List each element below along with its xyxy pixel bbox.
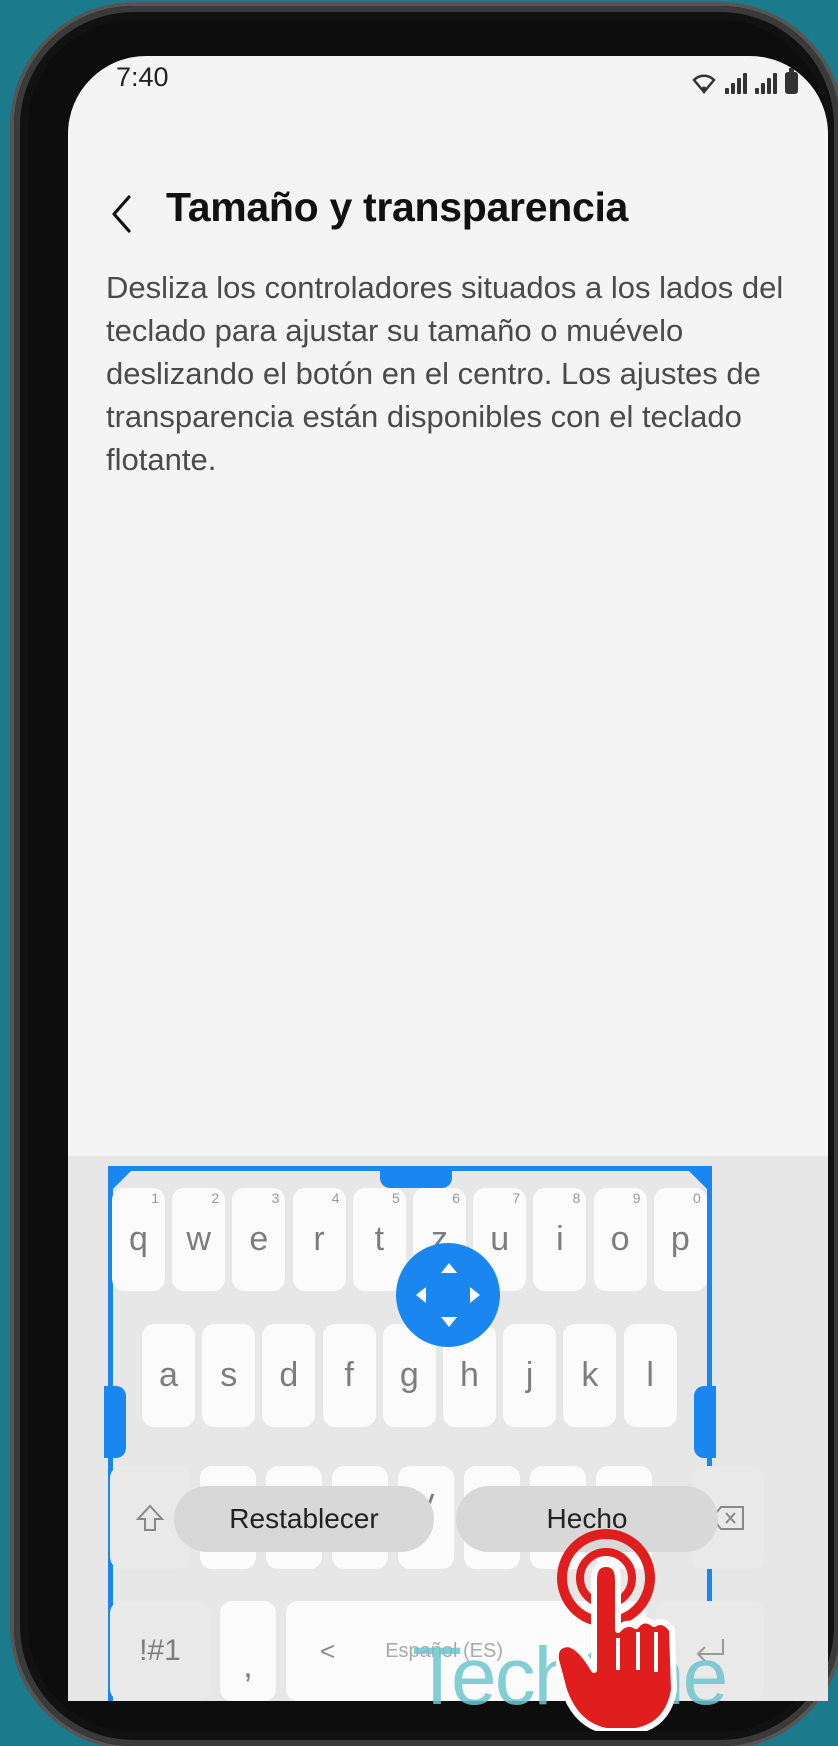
signal-icon xyxy=(755,72,777,94)
status-bar: 7:40 xyxy=(68,56,828,146)
key-label: j xyxy=(525,1356,534,1394)
keyboard-key-j[interactable]: j xyxy=(503,1324,557,1427)
symbols-key[interactable]: !#1 xyxy=(110,1601,210,1701)
reset-button[interactable]: Restablecer xyxy=(174,1486,434,1552)
key-hint: 9 xyxy=(632,1190,641,1206)
arrow-left-icon xyxy=(416,1287,426,1303)
key-label: s xyxy=(220,1356,238,1394)
keyboard-key-s[interactable]: s xyxy=(202,1324,256,1427)
key-label: l xyxy=(646,1356,654,1394)
keyboard-key-k[interactable]: k xyxy=(563,1324,617,1427)
key-hint: 6 xyxy=(452,1190,460,1206)
keyboard-key-p[interactable]: 0p xyxy=(653,1188,707,1291)
screen: 7:40 Tamaño y transparencia Desliza los … xyxy=(68,56,828,1701)
shift-icon xyxy=(135,1504,165,1531)
key-label: u xyxy=(490,1220,510,1258)
arrow-right-icon xyxy=(470,1287,480,1303)
key-label: p xyxy=(670,1220,690,1258)
key-hint: 8 xyxy=(572,1190,581,1206)
back-button[interactable] xyxy=(96,184,146,244)
keyboard-key-w[interactable]: 2w xyxy=(172,1188,226,1291)
status-time: 7:40 xyxy=(116,62,169,92)
chevron-left-icon xyxy=(112,195,131,233)
comma-key[interactable]: , xyxy=(220,1601,276,1701)
keyboard-key-d[interactable]: d xyxy=(262,1324,316,1427)
key-label: r xyxy=(313,1220,325,1258)
keyboard-key-i[interactable]: 8i xyxy=(533,1188,587,1291)
signal-icon xyxy=(725,72,747,94)
key-hint: 2 xyxy=(211,1190,220,1206)
keyboard-key-q[interactable]: 1q xyxy=(112,1188,165,1291)
keyboard-key-l[interactable]: l xyxy=(623,1324,677,1427)
key-label: i xyxy=(556,1220,564,1258)
key-label: d xyxy=(279,1356,299,1394)
key-label: a xyxy=(159,1356,178,1394)
key-label: q xyxy=(129,1220,148,1258)
arrow-down-icon xyxy=(441,1317,457,1327)
resize-handle-top[interactable] xyxy=(380,1166,452,1188)
keyboard-key-a[interactable]: a xyxy=(142,1324,195,1427)
phone-frame: 7:40 Tamaño y transparencia Desliza los … xyxy=(14,6,838,1746)
keyboard-key-f[interactable]: f xyxy=(322,1324,376,1427)
key-hint: 5 xyxy=(392,1190,400,1206)
comma-key-label: , xyxy=(243,1646,253,1685)
page-title: Tamaño y transparencia xyxy=(166,184,629,230)
tap-pointer-icon xyxy=(556,1529,677,1731)
key-label: w xyxy=(186,1220,211,1258)
keyboard-key-o[interactable]: 9o xyxy=(593,1188,647,1291)
resize-handle-right[interactable] xyxy=(694,1386,716,1458)
space-left-arrow: < xyxy=(320,1635,336,1666)
key-label: h xyxy=(460,1356,479,1394)
status-icons xyxy=(691,64,798,94)
key-label: k xyxy=(581,1356,599,1394)
header: Tamaño y transparencia xyxy=(68,156,828,266)
key-hint: 3 xyxy=(271,1190,280,1206)
keyboard-key-r[interactable]: 4r xyxy=(292,1188,346,1291)
move-keyboard-button[interactable] xyxy=(396,1243,500,1347)
symbols-key-label: !#1 xyxy=(139,1634,181,1667)
key-label: e xyxy=(249,1220,269,1258)
key-label: g xyxy=(399,1356,419,1394)
key-label: f xyxy=(344,1356,354,1394)
battery-icon xyxy=(785,68,798,94)
arrow-up-icon xyxy=(441,1263,457,1273)
key-hint: 7 xyxy=(512,1190,521,1206)
key-label: o xyxy=(610,1220,630,1258)
resize-handle-left[interactable] xyxy=(104,1386,126,1458)
wifi-icon xyxy=(692,74,716,94)
description-text: Desliza los controladores situados a los… xyxy=(106,270,784,477)
keyboard-key-t[interactable]: 5t xyxy=(352,1188,406,1291)
key-hint: 4 xyxy=(331,1190,340,1206)
key-hint: 1 xyxy=(151,1190,159,1206)
key-hint: 0 xyxy=(693,1190,701,1206)
keyboard-key-e[interactable]: 3e xyxy=(232,1188,286,1291)
key-label: t xyxy=(374,1220,385,1258)
